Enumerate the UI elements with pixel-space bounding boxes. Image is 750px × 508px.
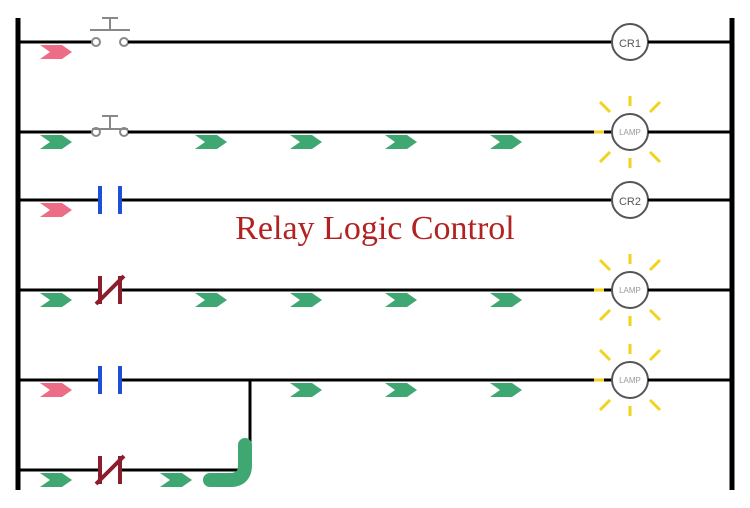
flow-arrow-icon — [40, 293, 72, 307]
flow-arrow-icon — [385, 383, 417, 397]
flow-arrow-icon — [40, 45, 72, 59]
coil-cr1: CR1 — [612, 24, 648, 60]
rung-4: LAMP — [18, 254, 732, 326]
pushbutton-no-closed-icon — [92, 116, 128, 136]
lamp-label: LAMP — [619, 286, 641, 295]
flow-arrow-icon — [195, 135, 227, 149]
pushbutton-no-open-icon — [90, 18, 130, 46]
flow-arrow-icon — [290, 293, 322, 307]
flow-arrow-icon — [160, 473, 192, 487]
flow-arrow-icon — [40, 383, 72, 397]
flow-arrow-icon — [290, 383, 322, 397]
contact-nc-icon — [96, 456, 124, 484]
lamp-label: LAMP — [619, 128, 641, 137]
flow-arrow-icon — [40, 135, 72, 149]
flow-arrow-icon — [290, 135, 322, 149]
rung-2: LAMP — [18, 96, 732, 168]
flow-arrow-icon — [385, 293, 417, 307]
ladder-svg: CR1 — [0, 0, 750, 508]
rung-1: CR1 — [18, 18, 732, 60]
coil-cr2: CR2 — [612, 182, 648, 218]
flow-arrow-icon — [195, 293, 227, 307]
contact-no-icon — [100, 366, 120, 394]
ladder-diagram: CR1 — [0, 0, 750, 508]
rung-5: LAMP — [18, 344, 732, 416]
diagram-title: Relay Logic Control — [235, 210, 515, 248]
flow-arrow-icon — [490, 135, 522, 149]
flow-arrow-icon — [385, 135, 417, 149]
coil-cr1-label: CR1 — [619, 38, 641, 50]
lamp-label: LAMP — [619, 376, 641, 385]
flow-arrow-icon — [40, 203, 72, 217]
flow-arrow-icon — [490, 293, 522, 307]
flow-arrow-icon — [490, 383, 522, 397]
coil-cr2-label: CR2 — [619, 196, 641, 208]
flow-curve-icon — [210, 445, 245, 480]
flow-arrow-icon — [40, 473, 72, 487]
contact-nc-icon — [96, 276, 124, 304]
contact-no-icon — [100, 186, 120, 214]
